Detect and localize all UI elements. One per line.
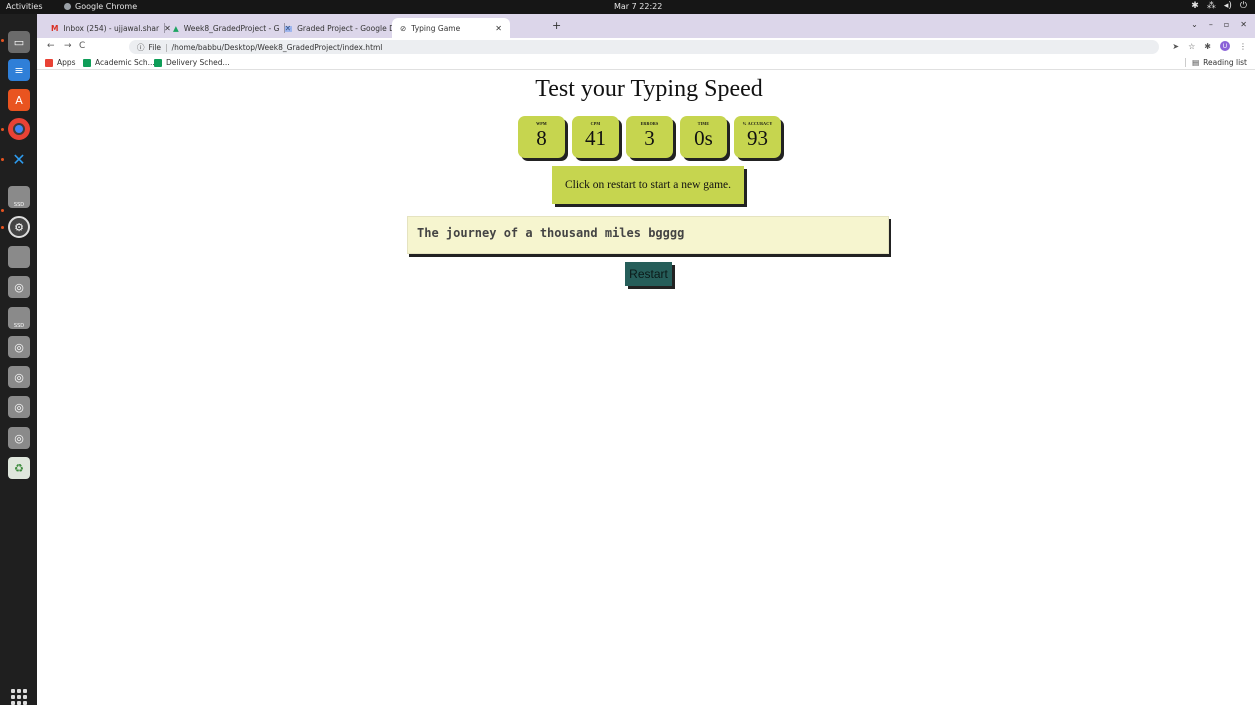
bookmarks-bar: Apps Academic Sch... Delivery Sched... ▤… [37, 56, 1255, 70]
disc-icon[interactable]: ◎ [8, 427, 30, 449]
address-bar-row: ← → C ⓘ File | /home/babbu/Desktop/Week8… [37, 38, 1255, 56]
ssd-drive-icon[interactable]: SSD [8, 307, 30, 329]
disc-icon[interactable]: ◎ [8, 336, 30, 358]
chrome-icon [64, 3, 71, 10]
files-icon[interactable]: ▭ [8, 31, 30, 53]
drive-icon: ▲ [173, 23, 179, 33]
stat-wpm: WPM 8 [518, 116, 565, 158]
restore-icon[interactable]: ▫ [1224, 20, 1229, 29]
running-indicator [1, 128, 4, 131]
page-title: Test your Typing Speed [535, 76, 763, 102]
reload-icon[interactable]: C [79, 41, 85, 51]
tab-label: Graded Project - Google D [297, 23, 395, 33]
bookmark-apps[interactable]: Apps [45, 58, 76, 67]
ssd-drive-icon[interactable]: SSD [8, 186, 30, 208]
docs-icon: ▤ [285, 23, 293, 33]
minimize-icon[interactable]: – [1209, 20, 1213, 29]
page-viewport: Test your Typing Speed WPM 8 CPM 41 ERRO… [37, 71, 1255, 705]
profile-avatar[interactable]: U [1220, 41, 1230, 51]
software-store-icon[interactable]: A [8, 89, 30, 111]
stat-value: 3 [644, 126, 655, 150]
bookmark-academic[interactable]: Academic Sch... [83, 58, 155, 67]
disc-icon[interactable]: ◎ [8, 396, 30, 418]
tab-inbox[interactable]: M Inbox (254) - ujjawal.shar ✕ [43, 18, 171, 38]
stat-value: 8 [536, 126, 547, 150]
send-icon[interactable]: ➤ [1172, 42, 1179, 51]
accessibility-icon[interactable]: ✱ [1191, 1, 1199, 11]
running-indicator [1, 158, 4, 161]
tab-search-icon[interactable]: ⌄ [1191, 20, 1198, 29]
toolbar-actions: ➤ ☆ ✱ U ⋮ [1172, 41, 1247, 51]
info-icon[interactable]: ⓘ [137, 42, 145, 53]
bookmark-label: Apps [57, 58, 76, 67]
url-input[interactable]: ⓘ File | /home/babbu/Desktop/Week8_Grade… [129, 40, 1159, 54]
stat-time: TIME 0s [680, 116, 727, 158]
network-icon[interactable]: ⁂ [1207, 1, 1216, 11]
gmail-icon: M [51, 23, 59, 33]
extensions-icon[interactable]: ✱ [1204, 42, 1211, 51]
stat-value: 0s [694, 126, 713, 150]
show-applications-icon[interactable] [10, 688, 28, 706]
app-menu[interactable]: Google Chrome [64, 2, 137, 11]
volume-icon[interactable]: ◂) [1224, 1, 1232, 11]
new-tab-button[interactable]: + [552, 19, 561, 32]
close-icon[interactable]: ✕ [495, 24, 502, 33]
reading-list-button[interactable]: ▤ Reading list [1185, 58, 1247, 67]
sheets-icon [154, 58, 162, 67]
running-indicator [1, 209, 4, 212]
status-message: Click on restart to start a new game. [552, 166, 744, 204]
settings-icon[interactable]: ⚙ [8, 216, 30, 238]
tab-label: Typing Game [411, 23, 461, 33]
dock: ▭ ≡ A ✕ SSD ⚙ ◎ SSD ◎ ◎ ◎ ◎ ♻ [0, 14, 37, 705]
stat-value: 93 [747, 126, 768, 150]
back-icon[interactable]: ← [47, 41, 55, 51]
tab-graded-project[interactable]: ▤ Graded Project - Google D ✕ [277, 18, 407, 38]
tab-label: Inbox (254) - ujjawal.shar [63, 23, 160, 33]
activities-button[interactable]: Activities [6, 2, 43, 11]
sheets-icon [83, 58, 91, 67]
system-tray[interactable]: ✱ ⁂ ◂) ⏻ [1191, 1, 1247, 11]
reading-list-icon: ▤ [1192, 58, 1200, 67]
tab-week8-project[interactable]: ▲ Week8_GradedProject - G ✕ [165, 18, 291, 38]
stat-errors: ERRORS 3 [626, 116, 673, 158]
reading-list-label: Reading list [1203, 58, 1247, 67]
disc-icon[interactable]: ◎ [8, 366, 30, 388]
url-scheme: File [148, 42, 162, 52]
clock[interactable]: Mar 7 22:22 [614, 2, 662, 11]
globe-icon: ⊘ [400, 23, 407, 33]
window-controls: ⌄ – ▫ ✕ [1191, 20, 1247, 29]
stat-value: 41 [585, 126, 606, 150]
bookmark-label: Delivery Sched... [166, 58, 230, 67]
running-indicator [1, 39, 4, 42]
forward-icon[interactable]: → [64, 41, 72, 51]
text-editor-icon[interactable]: ≡ [8, 59, 30, 81]
url-text: /home/babbu/Desktop/Week8_GradedProject/… [171, 42, 383, 52]
stat-accuracy: % ACCURACY 93 [734, 116, 781, 158]
apps-grid-icon [45, 58, 53, 67]
close-window-icon[interactable]: ✕ [1240, 20, 1247, 29]
app-name: Google Chrome [75, 2, 138, 11]
power-icon[interactable]: ⏻ [1240, 1, 1247, 11]
disc-icon[interactable]: ◎ [8, 276, 30, 298]
running-indicator [1, 226, 4, 229]
drive-icon[interactable] [8, 246, 30, 268]
typing-input[interactable]: The journey of a thousand miles bgggg [407, 216, 889, 254]
bookmark-label: Academic Sch... [95, 58, 155, 67]
restart-button[interactable]: Restart [625, 262, 672, 286]
tab-strip: M Inbox (254) - ujjawal.shar ✕ ▲ Week8_G… [37, 14, 1255, 38]
bookmark-delivery[interactable]: Delivery Sched... [154, 58, 230, 67]
vscode-icon[interactable]: ✕ [8, 148, 30, 170]
system-top-bar: Activities Google Chrome Mar 7 22:22 ✱ ⁂… [0, 0, 1255, 14]
stat-cpm: CPM 41 [572, 116, 619, 158]
menu-icon[interactable]: ⋮ [1239, 42, 1247, 51]
chrome-icon[interactable] [8, 118, 30, 140]
star-icon[interactable]: ☆ [1188, 42, 1195, 51]
stats-row: WPM 8 CPM 41 ERRORS 3 TIME 0s % ACCURACY… [518, 116, 781, 158]
tab-label: Week8_GradedProject - G [183, 23, 280, 33]
tab-typing-game[interactable]: ⊘ Typing Game ✕ [392, 18, 510, 38]
trash-icon[interactable]: ♻ [8, 457, 30, 479]
